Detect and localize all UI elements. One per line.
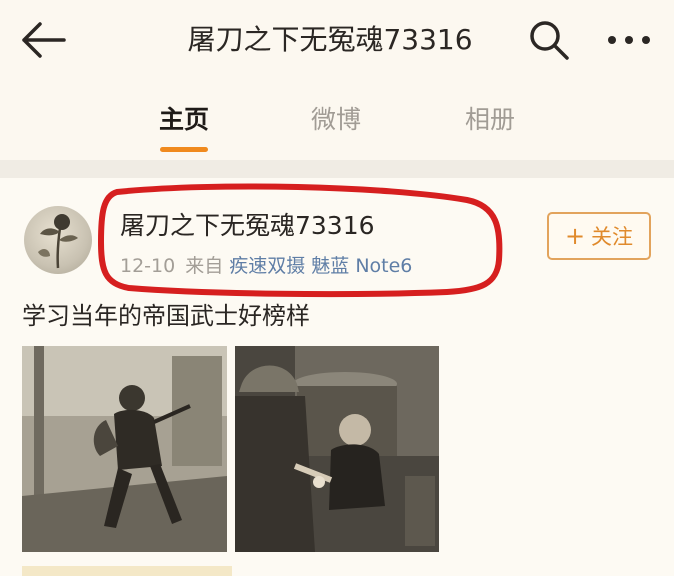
- avatar-image: [38, 214, 78, 269]
- avatar[interactable]: [24, 206, 92, 274]
- follow-button[interactable]: + 关注: [547, 212, 651, 260]
- profile-tabs: 主页 微博 相册: [0, 86, 674, 156]
- section-divider: [0, 160, 674, 178]
- active-tab-indicator: [160, 147, 208, 152]
- search-icon: [530, 21, 569, 60]
- post-text: 学习当年的帝国武士好榜样: [22, 302, 310, 330]
- post-time: 12-10: [120, 255, 176, 277]
- post-photo-2[interactable]: [235, 346, 439, 552]
- back-button[interactable]: [20, 18, 68, 62]
- post-username[interactable]: 屠刀之下无冤魂73316: [120, 208, 375, 244]
- tab-album[interactable]: 相册: [435, 100, 545, 140]
- post-source-label: 来自: [185, 255, 224, 277]
- photo-1-illustration: [22, 346, 227, 552]
- follow-label: 关注: [591, 225, 634, 249]
- back-arrow-icon: [22, 22, 66, 58]
- more-button[interactable]: [604, 22, 654, 58]
- tab-home[interactable]: 主页: [129, 100, 239, 140]
- photo-2-illustration: [235, 346, 439, 552]
- tab-weibo[interactable]: 微博: [281, 100, 391, 140]
- next-item-peek: [22, 566, 232, 576]
- plus-icon: +: [564, 222, 586, 250]
- search-button[interactable]: [527, 18, 571, 62]
- top-bar: 屠刀之下无冤魂73316: [0, 0, 674, 82]
- post-meta: 12-10 来自 疾速双摄 魅蓝 Note6: [120, 252, 412, 280]
- more-icon: [608, 36, 650, 44]
- page-title: 屠刀之下无冤魂73316: [187, 23, 473, 56]
- post-device-link[interactable]: 疾速双摄 魅蓝 Note6: [229, 255, 412, 277]
- post-photo-1[interactable]: [22, 346, 227, 552]
